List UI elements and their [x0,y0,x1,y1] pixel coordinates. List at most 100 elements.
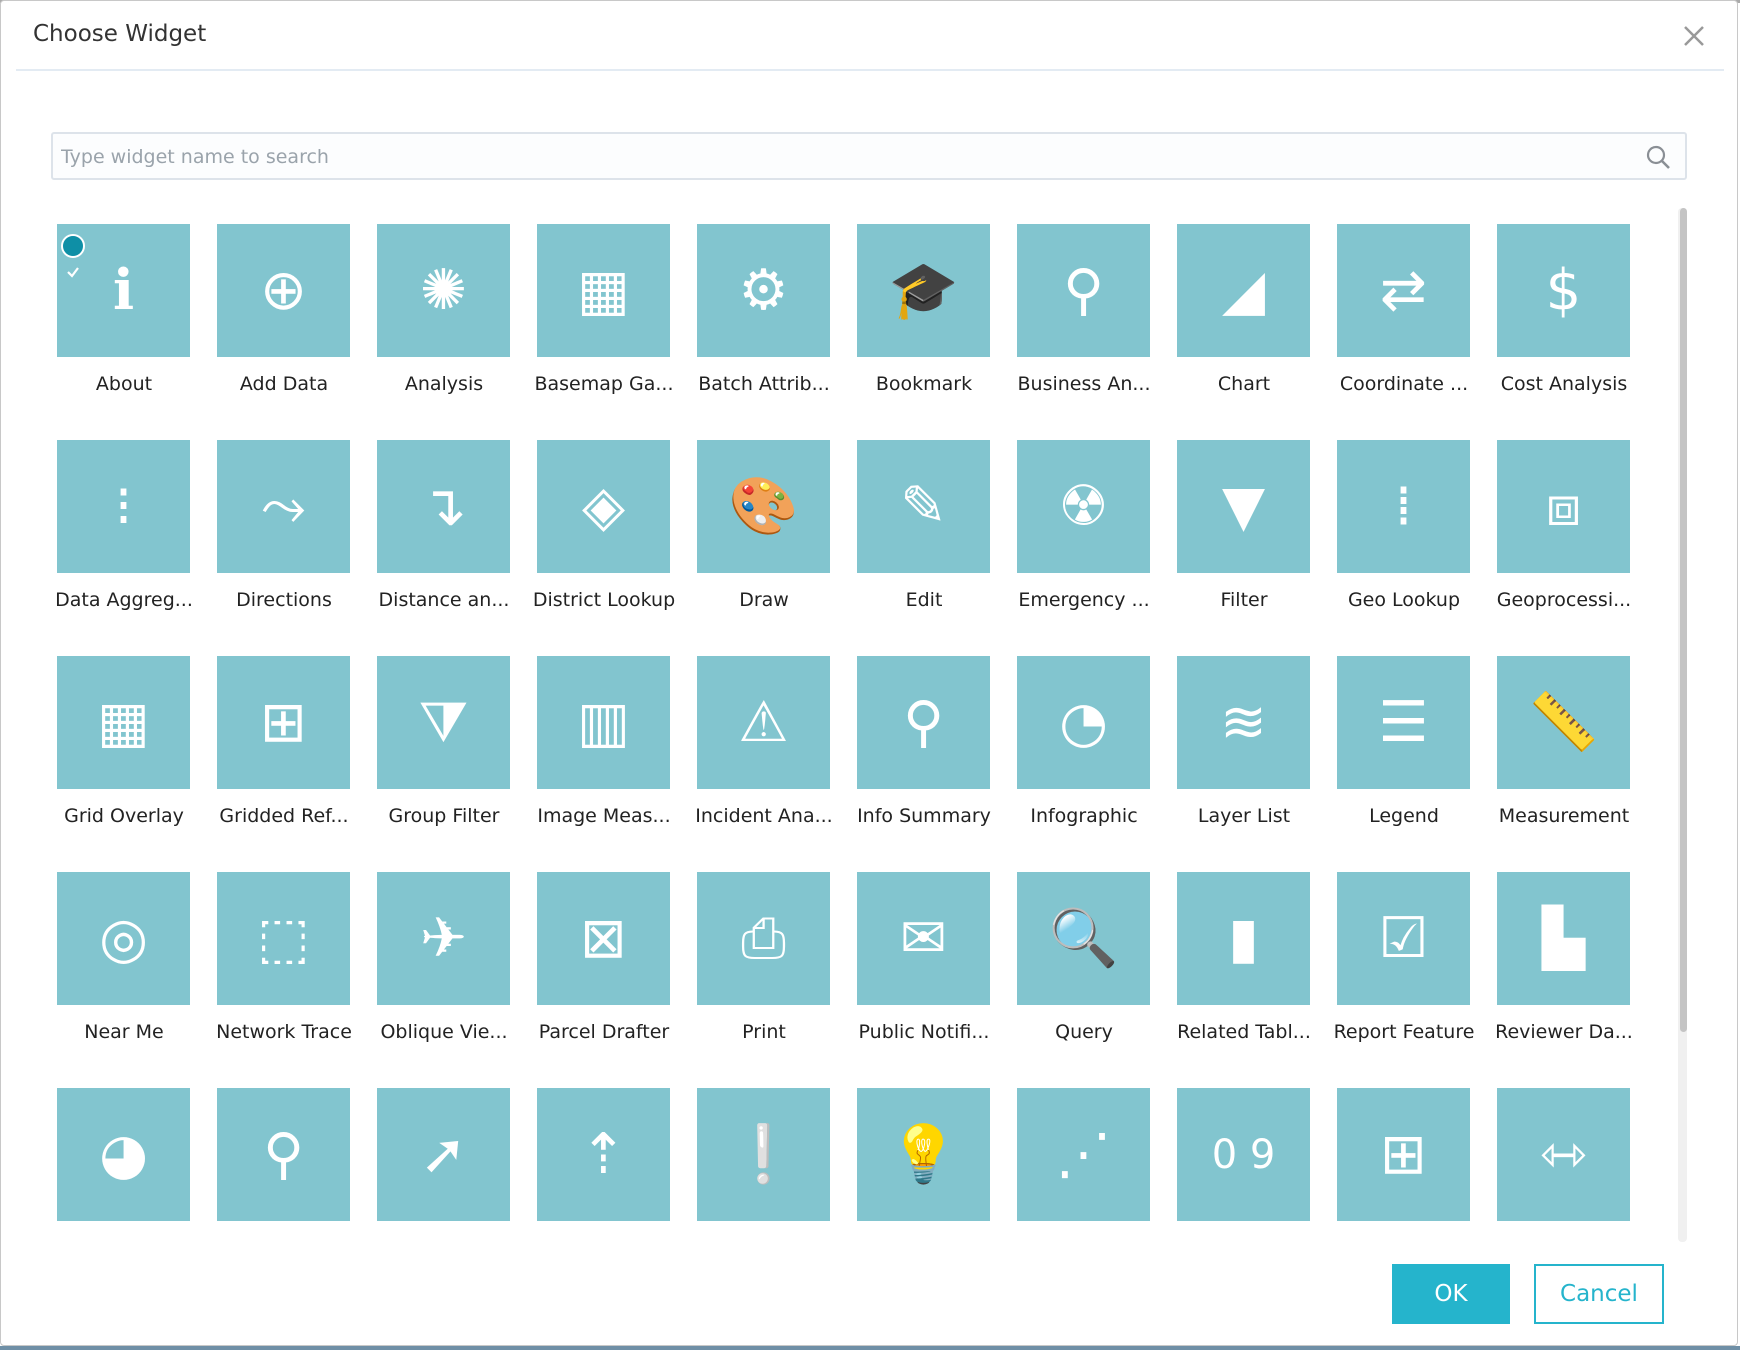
edit-icon: ✎ [900,473,947,539]
widget-icon-box: ▦ [537,224,670,357]
widget-icon-box: 🎨 [697,440,830,573]
widget-icon-box: ◎ [57,872,190,1005]
swipe-icon: ⇿ [1540,1121,1587,1187]
search-box [51,132,1687,180]
widget-tile[interactable]: ◔ Infographic [1017,656,1150,827]
widget-icon-box: ⇿ [1497,1088,1630,1221]
widget-tile[interactable]: ⋰ [1017,1088,1150,1221]
widget-tile[interactable]: $ Cost Analysis [1497,224,1630,395]
widget-tile[interactable]: ⁝ Data Aggreg... [55,440,193,611]
widget-tile[interactable]: ☰ Legend [1337,656,1470,827]
widget-tile[interactable]: ⇄ Coordinate ... [1337,224,1470,395]
widget-tile[interactable]: ◎ Near Me [57,872,190,1043]
widget-label: Emergency ... [1018,589,1150,611]
widget-tile[interactable]: ⚠ Incident Ana... [695,656,833,827]
widget-tile[interactable]: ➚ [377,1088,510,1221]
widget-tile[interactable]: ✺ Analysis [377,224,510,395]
widget-tile[interactable]: ⚙ Batch Attrib... [697,224,830,395]
widget-icon-box: ⊕ [217,224,350,357]
widget-tile[interactable]: ▙ Reviewer Da... [1495,872,1633,1043]
widget-tile[interactable]: ▦ Grid Overlay [57,656,190,827]
widget-tile[interactable]: 🎨 Draw [697,440,830,611]
widget-tile[interactable]: ✈ Oblique Vie... [377,872,510,1043]
widget-tile[interactable]: ▦ Basemap Ga... [534,224,674,395]
emergency-icon: ☢ [1058,473,1109,539]
widget-tile[interactable]: ⇡ [537,1088,670,1221]
widget-tile[interactable]: ⊕ Add Data [217,224,350,395]
widget-tile[interactable]: ☢ Emergency ... [1017,440,1150,611]
widget-tile[interactable]: ⤳ Directions [217,440,350,611]
gridded-reference-icon: ⊞ [260,689,307,755]
widget-tile[interactable]: ▥ Image Meas... [537,656,671,827]
widget-label: Data Aggreg... [55,589,193,611]
widget-tile[interactable]: ✎ Edit [857,440,990,611]
widget-tile[interactable]: ≋ Layer List [1177,656,1310,827]
widget-label: Query [1055,1021,1113,1043]
widget-tile[interactable]: 🔍 Query [1017,872,1150,1043]
widget-tile[interactable]: ⎙ Print [697,872,830,1043]
filter-icon: ▼ [1221,473,1266,539]
widget-grid: ℹ About ⊕ Add Data ✺ Analysis ▦ Basemap Ga... ⚙ B… [1,206,1671,1242]
bookmark-icon: 🎓 [888,257,959,323]
widget-tile[interactable]: ℹ About [57,224,190,395]
widget-tile[interactable]: ⚲ Business An... [1017,224,1150,395]
widget-tile[interactable]: 📏 Measurement [1497,656,1630,827]
geo-lookup-icon: ⁞ [1394,473,1413,539]
cancel-button[interactable]: Cancel [1534,1264,1664,1324]
chart-icon: ◢ [1221,257,1266,323]
widget-tile[interactable]: ⊠ Parcel Drafter [537,872,670,1043]
widget-label: Layer List [1197,805,1291,827]
widget-tile[interactable]: 0 9 [1177,1088,1310,1221]
coordinate-icon: ⇄ [1380,257,1427,323]
widget-label: Analysis [404,373,484,395]
widget-tile[interactable]: ◈ District Lookup [533,440,675,611]
widget-tile[interactable]: 💡 [857,1088,990,1221]
widget-icon-box: 🔍 [1017,872,1150,1005]
widget-tile[interactable]: ⊞ [1337,1088,1470,1221]
widget-tile[interactable]: ⁞ Geo Lookup [1337,440,1470,611]
widget-icon-box: ↴ [377,440,510,573]
widget-tile[interactable]: ◕ [57,1088,190,1221]
select-icon: ➚ [420,1121,467,1187]
widget-tile[interactable]: ⬚ Network Trace [216,872,352,1043]
parcel-drafter-icon: ⊠ [580,905,627,971]
widget-tile[interactable]: ⊞ Gridded Ref... [217,656,350,827]
widget-tile[interactable]: ☑ Report Feature [1334,872,1474,1043]
widget-tile[interactable]: ▼ Filter [1177,440,1310,611]
widget-label: Directions [236,589,332,611]
widget-tile[interactable]: ⚲ Info Summary [857,656,991,827]
widget-tile[interactable]: ⇿ [1497,1088,1630,1221]
widget-label: Infographic [1030,805,1138,827]
smart-editor-icon: 💡 [888,1121,959,1187]
widget-icon-box: ▦ [57,656,190,789]
layers-icon: ≋ [1220,689,1267,755]
widget-tile[interactable]: ❕ [697,1088,830,1221]
search-input[interactable] [53,134,1623,180]
widget-label: Basemap Ga... [534,373,674,395]
widget-tile[interactable]: ↴ Distance an... [377,440,510,611]
print-icon: ⎙ [741,905,786,971]
widget-tile[interactable]: ⚲ [217,1088,350,1221]
widget-label: Edit [905,589,943,611]
widget-tile[interactable]: ◢ Chart [1177,224,1310,395]
widget-label: Network Trace [216,1021,352,1043]
widget-icon-box: ⇡ [537,1088,670,1221]
widget-label: Distance an... [378,589,510,611]
toolbox-icon: ⧈ [1545,473,1582,539]
scrollbar-thumb[interactable] [1680,208,1687,1032]
widget-label: District Lookup [532,589,676,611]
reviewer-dashboard-icon: ▙ [1541,905,1586,971]
close-icon[interactable] [1679,21,1709,51]
widget-tile[interactable]: ▮ Related Tabl... [1177,872,1311,1043]
query-icon: 🔍 [1048,905,1119,971]
widget-label: Reviewer Da... [1495,1021,1633,1043]
batch-attribute-icon: ⚙ [738,257,789,323]
search-icon[interactable] [1645,144,1671,170]
ok-button[interactable]: OK [1392,1264,1510,1324]
near-me-icon: ◎ [99,905,148,971]
widget-tile[interactable]: ⧩ Group Filter [377,656,510,827]
image-measurement-icon: ▥ [577,689,630,755]
widget-tile[interactable]: 🎓 Bookmark [857,224,990,395]
widget-tile[interactable]: ✉ Public Notifi... [857,872,990,1043]
widget-tile[interactable]: ⧈ Geoprocessi... [1497,440,1631,611]
